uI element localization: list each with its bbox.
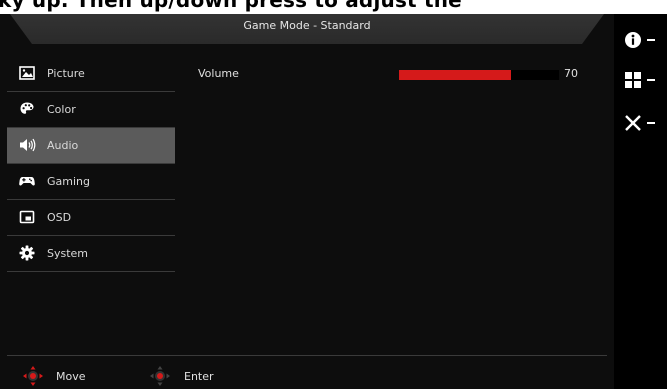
sidebar-item-label: Audio (47, 139, 79, 152)
joystick-enter-icon (149, 365, 171, 390)
top-strip-text-fragment: ky up. Then up/down press to adjust the (0, 0, 667, 14)
move-hint: Move (22, 365, 102, 386)
volume-slider-fill (399, 70, 511, 80)
top-strip-text: ky up. Then up/down press to adjust the (0, 0, 462, 12)
volume-slider[interactable] (399, 70, 559, 80)
grid-button[interactable] (624, 71, 655, 89)
volume-label: Volume (198, 67, 239, 80)
hotkey-rail (614, 14, 667, 389)
speaker-icon (19, 137, 36, 153)
sidebar-item-label: Gaming (47, 175, 90, 188)
sidebar-item-picture[interactable]: Picture (7, 56, 175, 92)
move-label: Move (56, 370, 86, 383)
title-bar: Game Mode - Standard (10, 14, 604, 44)
grid-dash (647, 79, 655, 81)
footer-divider (7, 355, 607, 356)
osd-window-icon (19, 209, 35, 225)
enter-hint: Enter (149, 365, 229, 386)
gear-icon (19, 245, 35, 261)
sidebar-item-color[interactable]: Color (7, 92, 175, 128)
close-button[interactable] (624, 114, 655, 132)
sidebar-item-label: Color (47, 103, 76, 116)
picture-icon (19, 65, 35, 81)
enter-label: Enter (184, 370, 214, 383)
sidebar-item-gaming[interactable]: Gaming (7, 164, 175, 200)
gamepad-icon (19, 173, 35, 189)
grid-icon (625, 72, 641, 88)
sidebar-item-label: System (47, 247, 89, 260)
osd-menu-panel: Game Mode - Standard Picture Color Audio… (0, 14, 614, 389)
sidebar-item-label: Picture (47, 67, 85, 80)
close-dash (647, 122, 655, 124)
game-mode-title: Game Mode - Standard (243, 19, 371, 32)
info-button[interactable] (624, 31, 655, 49)
palette-icon (19, 101, 35, 117)
volume-value: 70 (564, 67, 578, 80)
sidebar-item-system[interactable]: System (7, 236, 175, 272)
sidebar-item-label: OSD (47, 211, 72, 224)
sidebar-item-osd[interactable]: OSD (7, 200, 175, 236)
sidebar-menu: Picture Color Audio Gaming OSD System (7, 56, 175, 272)
sidebar-item-audio[interactable]: Audio (7, 128, 175, 164)
info-icon (625, 32, 641, 48)
info-dash (647, 39, 655, 41)
joystick-move-icon (22, 365, 44, 390)
close-icon (625, 115, 641, 131)
